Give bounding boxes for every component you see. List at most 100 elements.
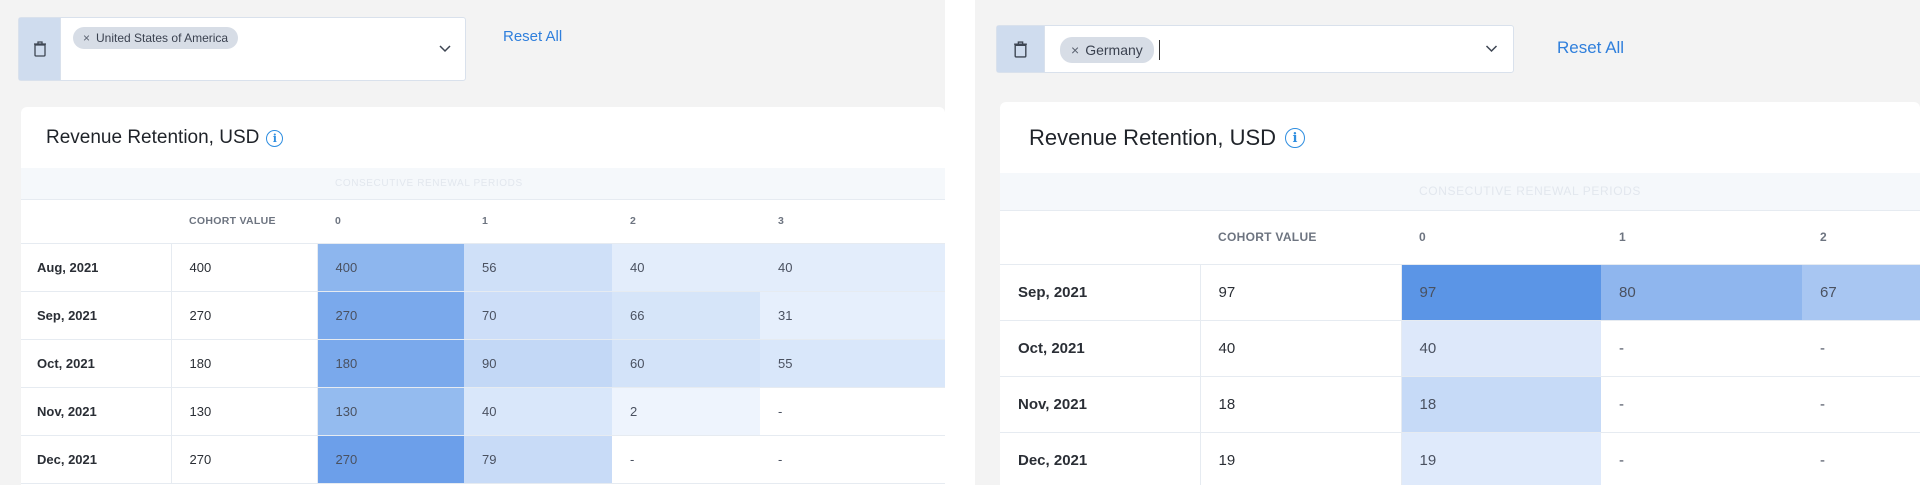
cohort-label: Oct, 2021 [1000, 320, 1201, 377]
info-icon[interactable]: i [266, 129, 284, 147]
cohort-table: CONSECUTIVE RENEWAL PERIODS COHORT VALUE… [1000, 173, 1920, 485]
cohort-label: Aug, 2021 [21, 243, 172, 292]
retention-cell: 130 [317, 387, 464, 436]
retention-cell: 56 [464, 243, 612, 292]
header-cell: 0 [1401, 210, 1601, 265]
table-row: Aug, 2021 400 400 56 40 40 [21, 243, 945, 292]
country-chip[interactable]: × United States of America [73, 27, 239, 49]
header-cell: 1 [464, 199, 612, 244]
country-filter[interactable]: × United States of America [18, 17, 466, 81]
retention-cell: - [1802, 376, 1920, 433]
cohort-value: 97 [1200, 264, 1402, 321]
retention-cell: 66 [612, 291, 760, 340]
header-row: COHORT VALUE 0 1 2 [1000, 210, 1920, 265]
cohort-label: Dec, 2021 [21, 435, 172, 484]
left-panel: × United States of America Reset All Rev… [0, 0, 945, 485]
retention-cell: - [1802, 320, 1920, 377]
cohort-label: Nov, 2021 [21, 387, 172, 436]
cohort-value: 400 [171, 243, 318, 292]
cohort-value: 180 [171, 339, 318, 388]
table-row: Oct, 2021 180 180 90 60 55 [21, 339, 945, 388]
header-cell: COHORT VALUE [171, 199, 317, 244]
retention-cell: 40 [1401, 320, 1601, 377]
chip-label: United States of America [96, 31, 229, 45]
retention-cell: 70 [464, 291, 612, 340]
chevron-down-icon[interactable] [425, 18, 465, 80]
cohort-value: 270 [171, 435, 318, 484]
table-row: Sep, 2021 270 270 70 66 31 [21, 291, 945, 340]
trash-icon[interactable] [19, 18, 61, 80]
chevron-down-icon[interactable] [1469, 26, 1513, 72]
table-row: Dec, 2021 270 270 79- - [21, 435, 945, 484]
retention-cell: 67 [1802, 264, 1920, 321]
header-row: COHORT VALUE 0 1 2 3 [21, 199, 945, 244]
card-title: Revenue Retention, USD i [46, 127, 284, 149]
country-filter[interactable]: × Germany [996, 25, 1514, 73]
retention-cell: - [1601, 376, 1802, 433]
filter-chips[interactable]: × Germany [1045, 26, 1469, 72]
retention-cell: 18 [1401, 376, 1601, 433]
cohort-value: 270 [171, 291, 318, 340]
text-cursor [1158, 40, 1161, 60]
table-row: Sep, 2021 97 97 80 67 [1000, 264, 1920, 321]
retention-cell: 80 [1601, 264, 1802, 321]
right-panel: × Germany Reset All Revenue Retention, U… [975, 0, 1920, 485]
retention-cell: - [760, 435, 945, 484]
retention-cell: - [612, 435, 760, 484]
reset-all-link[interactable]: Reset All [503, 28, 562, 45]
header-cell [21, 199, 171, 244]
cohort-value: 18 [1200, 376, 1402, 433]
close-icon[interactable]: × [1071, 42, 1079, 58]
revenue-retention-card: Revenue Retention, USD i CONSECUTIVE REN… [21, 107, 945, 485]
retention-cell: 79 [464, 435, 612, 484]
retention-cell: 31 [760, 291, 945, 340]
retention-cell: 55 [760, 339, 945, 388]
super-header-row: CONSECUTIVE RENEWAL PERIODS [1000, 173, 1920, 211]
trash-icon[interactable] [997, 26, 1045, 72]
table-row: Nov, 2021 130 130 40 2- [21, 387, 945, 436]
header-cell: 2 [1802, 210, 1920, 265]
header-cell: COHORT VALUE [1200, 210, 1401, 265]
retention-cell: 40 [760, 243, 945, 292]
card-title: Revenue Retention, USD i [1029, 125, 1306, 151]
cohort-label: Sep, 2021 [21, 291, 172, 340]
super-header-row: CONSECUTIVE RENEWAL PERIODS [21, 168, 945, 200]
retention-cell: - [1601, 320, 1802, 377]
retention-cell: 60 [612, 339, 760, 388]
table-row: Dec, 2021 19 19- - [1000, 432, 1920, 485]
retention-cell: 40 [612, 243, 760, 292]
retention-cell: - [1802, 432, 1920, 485]
cohort-value: 130 [171, 387, 318, 436]
retention-cell: 270 [317, 291, 464, 340]
cohort-value: 40 [1200, 320, 1402, 377]
table-row: Oct, 2021 40 40- - [1000, 320, 1920, 377]
filter-chips[interactable]: × United States of America [61, 18, 425, 80]
header-cell: 3 [760, 199, 945, 244]
cohort-value: 19 [1200, 432, 1402, 485]
header-cell: 0 [317, 199, 464, 244]
super-header: CONSECUTIVE RENEWAL PERIODS [1401, 173, 1920, 211]
header-cell [1000, 210, 1200, 265]
header-cell: 1 [1601, 210, 1802, 265]
cohort-table: CONSECUTIVE RENEWAL PERIODS COHORT VALUE… [21, 168, 945, 484]
cohort-label: Oct, 2021 [21, 339, 172, 388]
header-cell: 2 [612, 199, 760, 244]
chip-label: Germany [1085, 42, 1143, 58]
revenue-retention-card: Revenue Retention, USD i CONSECUTIVE REN… [1000, 102, 1920, 485]
close-icon[interactable]: × [83, 31, 90, 45]
super-header: CONSECUTIVE RENEWAL PERIODS [317, 168, 945, 200]
card-title-text: Revenue Retention, USD [1029, 125, 1277, 150]
retention-cell: 400 [317, 243, 464, 292]
retention-cell: 97 [1401, 264, 1601, 321]
info-icon[interactable]: i [1285, 128, 1306, 148]
retention-cell: - [760, 387, 945, 436]
panel-divider [945, 0, 975, 485]
retention-cell: 90 [464, 339, 612, 388]
retention-cell: 40 [464, 387, 612, 436]
country-chip[interactable]: × Germany [1060, 37, 1154, 63]
cohort-label: Nov, 2021 [1000, 376, 1201, 433]
cohort-label: Dec, 2021 [1000, 432, 1201, 485]
reset-all-link[interactable]: Reset All [1557, 38, 1624, 58]
retention-cell: - [1601, 432, 1802, 485]
retention-cell: 180 [317, 339, 464, 388]
